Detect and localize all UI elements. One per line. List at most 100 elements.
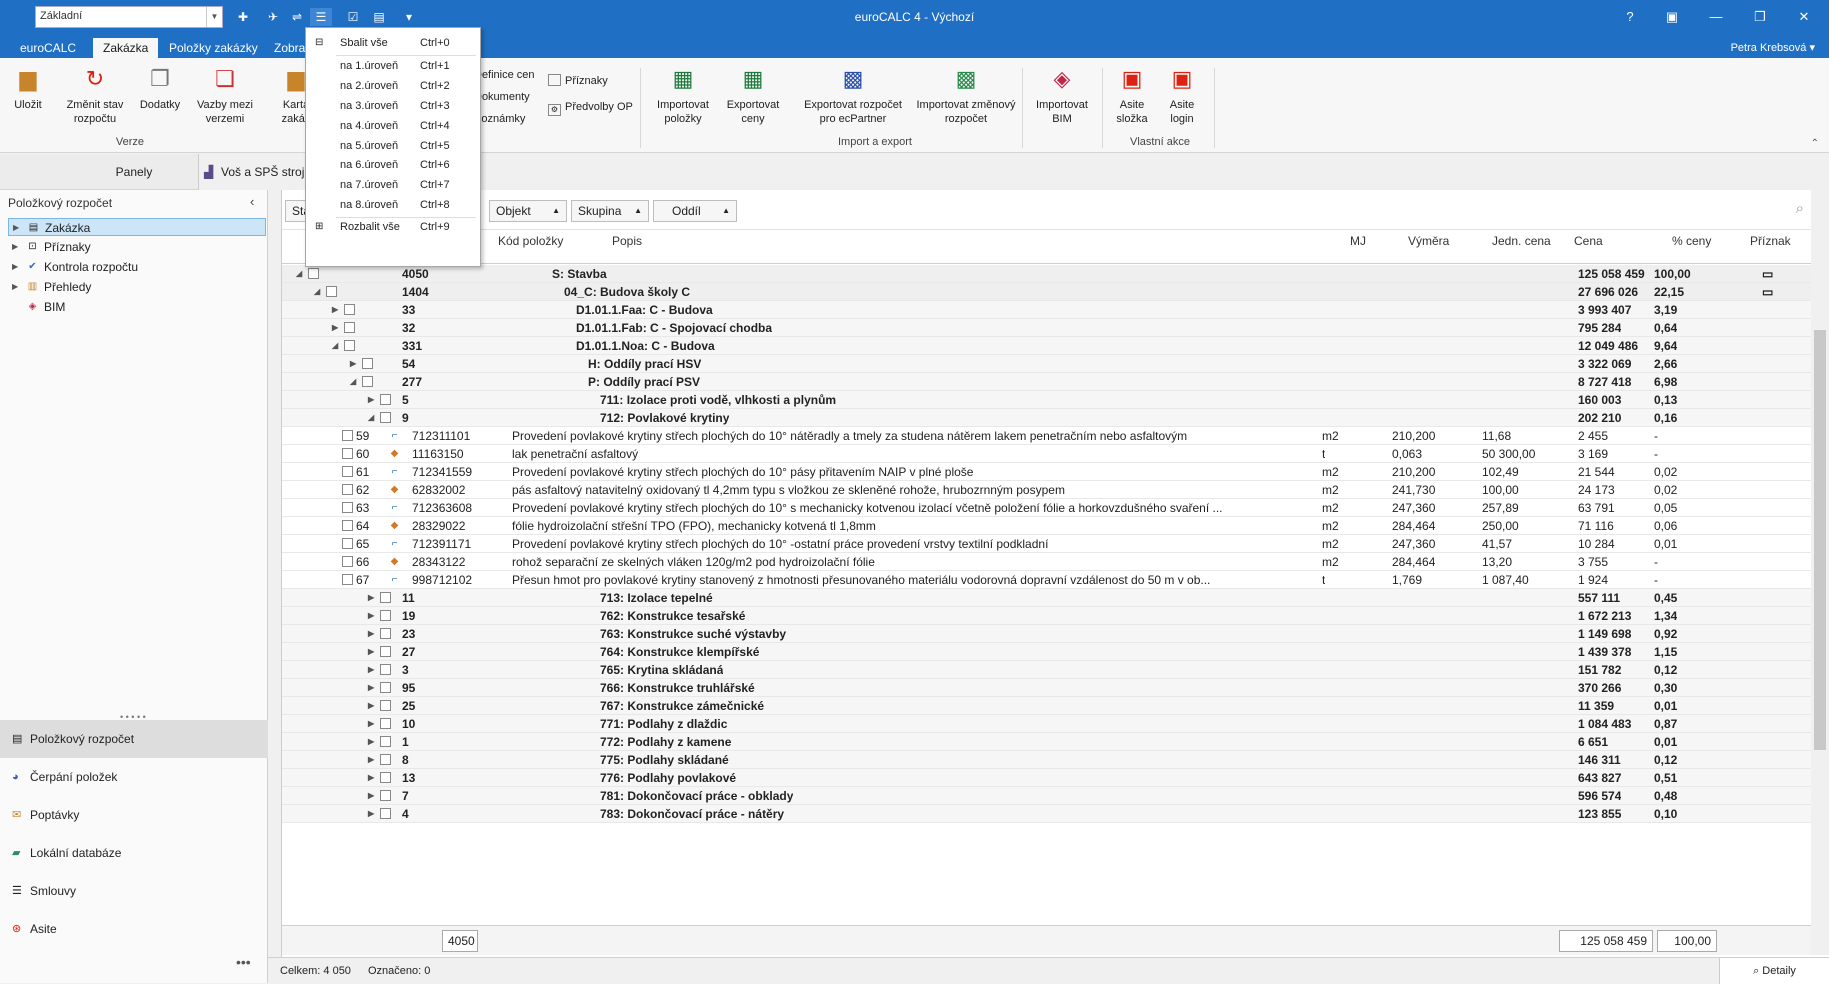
close-icon[interactable]: ✕ bbox=[1791, 5, 1817, 29]
table-row[interactable]: ◢ 1404 04_C: Budova školy C ▭ 27 696 026 22,1… bbox=[282, 283, 1812, 301]
vertical-scrollbar[interactable] bbox=[1811, 190, 1829, 955]
menu-item-6[interactable]: na 6.úroveň Ctrl+6 bbox=[306, 154, 480, 176]
table-row[interactable]: ▶ 95 766: Konstrukce truhlářské 370 266 0,30 bbox=[282, 679, 1812, 697]
expand-icon[interactable]: ▶ bbox=[368, 733, 374, 751]
export-ceny-button[interactable]: ▦ Exportovat ceny bbox=[720, 64, 786, 126]
expand-icon[interactable]: ◢ bbox=[368, 409, 374, 427]
more-icon[interactable]: ••• bbox=[236, 954, 251, 970]
row-checkbox[interactable] bbox=[342, 448, 353, 459]
row-checkbox[interactable] bbox=[342, 520, 353, 531]
row-checkbox[interactable] bbox=[342, 484, 353, 495]
table-row[interactable]: 59 ⌐ 712311101 Provedení povlakové krytiny … bbox=[282, 427, 1812, 445]
poznamky-button[interactable]: Poznámky bbox=[474, 110, 525, 128]
table-row[interactable]: 67 ⌐ 998712102 Přesun hmot pro povlakové kr… bbox=[282, 571, 1812, 589]
menu-item-4[interactable]: na 4.úroveň Ctrl+4 bbox=[306, 115, 480, 137]
document-tab[interactable]: ▟ Voš a SPŠ stroj bbox=[198, 154, 308, 190]
table-row[interactable]: ▶ 32 D1.01.1.Fab: C - Spojovací chodba 795 … bbox=[282, 319, 1812, 337]
table-row[interactable]: ▶ 13 776: Podlahy povlakové 643 827 0,51 bbox=[282, 769, 1812, 787]
tab-zakazka[interactable]: Zakázka bbox=[93, 38, 159, 58]
checkbox-icon[interactable]: ☑ bbox=[342, 8, 364, 26]
table-row[interactable]: ▶ 23 763: Konstrukce suché výstavby 1 149 6… bbox=[282, 625, 1812, 643]
table-row[interactable]: ▶ 25 767: Konstrukce zámečnické 11 359 0,01 bbox=[282, 697, 1812, 715]
predvolby-button[interactable]: ⚙ Předvolby OP bbox=[548, 98, 633, 116]
table-row[interactable]: ▶ 11 713: Izolace tepelné 557 111 0,45 bbox=[282, 589, 1812, 607]
restore-icon[interactable]: ❐ bbox=[1747, 5, 1773, 29]
row-checkbox[interactable] bbox=[342, 574, 353, 585]
menu-item-8[interactable]: na 8.úroveň Ctrl+8 bbox=[306, 194, 480, 216]
nav-poptavky[interactable]: ✉ Poptávky bbox=[0, 796, 268, 834]
row-checkbox[interactable] bbox=[380, 700, 391, 711]
import-zmenovy-button[interactable]: ▩ Importovat změnový rozpočet bbox=[914, 64, 1018, 126]
minimize-icon[interactable]: — bbox=[1703, 5, 1729, 29]
definice-cen-button[interactable]: Definice cen bbox=[474, 66, 535, 84]
row-checkbox[interactable] bbox=[344, 304, 355, 315]
expand-icon[interactable]: ▶ bbox=[368, 715, 374, 733]
table-row[interactable]: ▶ 19 762: Konstrukce tesařské 1 672 213 1,34 bbox=[282, 607, 1812, 625]
table-row[interactable]: 66 ◆ 28343122 rohož separační ze skelných v… bbox=[282, 553, 1812, 571]
help-icon[interactable]: ? bbox=[1617, 5, 1643, 29]
expand-icon[interactable]: ▶ bbox=[368, 697, 374, 715]
user-name[interactable]: Petra Krebsová ▾ bbox=[1731, 38, 1815, 58]
expand-icon[interactable]: ▶ bbox=[350, 355, 356, 373]
expand-icon[interactable]: ▶ bbox=[332, 319, 338, 337]
table-row[interactable]: ▶ 1 772: Podlahy z kamene 6 651 0,01 bbox=[282, 733, 1812, 751]
row-checkbox[interactable] bbox=[380, 808, 391, 819]
expand-icon[interactable]: ▶ bbox=[368, 751, 374, 769]
save-button[interactable]: ▆ Uložit bbox=[8, 64, 48, 112]
col-mj[interactable]: MJ bbox=[1350, 234, 1366, 248]
group-chip-skupina[interactable]: Skupina ▲ bbox=[571, 200, 649, 222]
nav-polozkovy-rozpocet[interactable]: ▤ Položkový rozpočet bbox=[0, 720, 268, 758]
layout-icon[interactable]: ▣ bbox=[1659, 5, 1685, 29]
table-row[interactable]: ▶ 54 H: Oddíly prací HSV 3 322 069 2,66 bbox=[282, 355, 1812, 373]
row-checkbox[interactable] bbox=[308, 268, 319, 279]
table-row[interactable]: ▶ 4 783: Dokončovací práce - nátěry 123 855… bbox=[282, 805, 1812, 823]
tree-item-kontrola[interactable]: ▶ ✔ Kontrola rozpočtu bbox=[8, 258, 266, 276]
expand-icon[interactable]: ◢ bbox=[314, 283, 320, 301]
change-state-button[interactable]: ↻ Změnit stav rozpočtu bbox=[60, 64, 130, 126]
table-row[interactable]: ▶ 8 775: Podlahy skládané 146 311 0,12 bbox=[282, 751, 1812, 769]
tree-item-prehledy[interactable]: ▶ ▥ Přehledy bbox=[8, 278, 266, 296]
menu-item-1[interactable]: na 1.úroveň Ctrl+1 bbox=[306, 55, 480, 77]
row-checkbox[interactable] bbox=[380, 718, 391, 729]
row-checkbox[interactable] bbox=[380, 736, 391, 747]
dokumenty-button[interactable]: Dokumenty bbox=[474, 88, 530, 106]
row-checkbox[interactable] bbox=[380, 772, 391, 783]
expand-icon[interactable]: ▶ bbox=[368, 805, 374, 823]
col-cena[interactable]: Cena bbox=[1574, 234, 1603, 248]
group-chip-oddil[interactable]: Oddíl ▲ bbox=[653, 200, 737, 222]
table-row[interactable]: ▶ 27 764: Konstrukce klempířské 1 439 378 1,… bbox=[282, 643, 1812, 661]
expand-icon[interactable]: ▶ bbox=[368, 769, 374, 787]
expand-icon[interactable]: ▶ bbox=[332, 301, 338, 319]
expand-icon[interactable]: ▶ bbox=[12, 258, 18, 276]
table-row[interactable]: 61 ⌐ 712341559 Provedení povlakové krytiny … bbox=[282, 463, 1812, 481]
menu-item-7[interactable]: na 7.úroveň Ctrl+7 bbox=[306, 174, 480, 196]
col-kod[interactable]: Kód položky bbox=[498, 234, 563, 248]
scroll-thumb[interactable] bbox=[1814, 330, 1826, 750]
row-checkbox[interactable] bbox=[342, 502, 353, 513]
table-row[interactable]: 62 ◆ 62832002 pás asfaltový natavitelný oxi… bbox=[282, 481, 1812, 499]
export-ecpartner-button[interactable]: ▩ Exportovat rozpočet pro ecPartner bbox=[798, 64, 908, 126]
table-row[interactable]: ▶ 33 D1.01.1.Faa: C - Budova 3 993 407 3,19 bbox=[282, 301, 1812, 319]
row-checkbox[interactable] bbox=[380, 682, 391, 693]
table-row[interactable]: ▶ 7 781: Dokončovací práce - obklady 596 57… bbox=[282, 787, 1812, 805]
col-pct-ceny[interactable]: % ceny bbox=[1672, 234, 1711, 248]
row-checkbox[interactable] bbox=[342, 430, 353, 441]
col-popis[interactable]: Popis bbox=[612, 234, 642, 248]
table-row[interactable]: 65 ⌐ 712391171 Provedení povlakové krytiny … bbox=[282, 535, 1812, 553]
row-checkbox[interactable] bbox=[342, 556, 353, 567]
tab-polozky-zakazky[interactable]: Položky zakázky bbox=[159, 38, 268, 58]
expand-icon[interactable]: ▶ bbox=[368, 679, 374, 697]
tab-eurocalc[interactable]: euroCALC bbox=[10, 38, 86, 58]
col-jedn-cena[interactable]: Jedn. cena bbox=[1492, 234, 1551, 248]
import-polozky-button[interactable]: ▦ Importovat položky bbox=[648, 64, 718, 126]
row-checkbox[interactable] bbox=[344, 340, 355, 351]
view-combo[interactable]: Základní ▼ bbox=[35, 6, 223, 28]
row-checkbox[interactable] bbox=[344, 322, 355, 333]
expand-icon[interactable]: ▶ bbox=[12, 278, 18, 296]
row-checkbox[interactable] bbox=[362, 358, 373, 369]
expand-icon[interactable]: ◢ bbox=[332, 337, 338, 355]
detaily-button[interactable]: ⌕ Detaily bbox=[1719, 958, 1829, 984]
table-row[interactable]: ◢ 277 P: Oddíly prací PSV 8 727 418 6,98 bbox=[282, 373, 1812, 391]
expand-icon[interactable]: ▶ bbox=[13, 219, 19, 237]
menu-item-9[interactable]: ⊞ Rozbalit vše Ctrl+9 bbox=[306, 216, 480, 238]
